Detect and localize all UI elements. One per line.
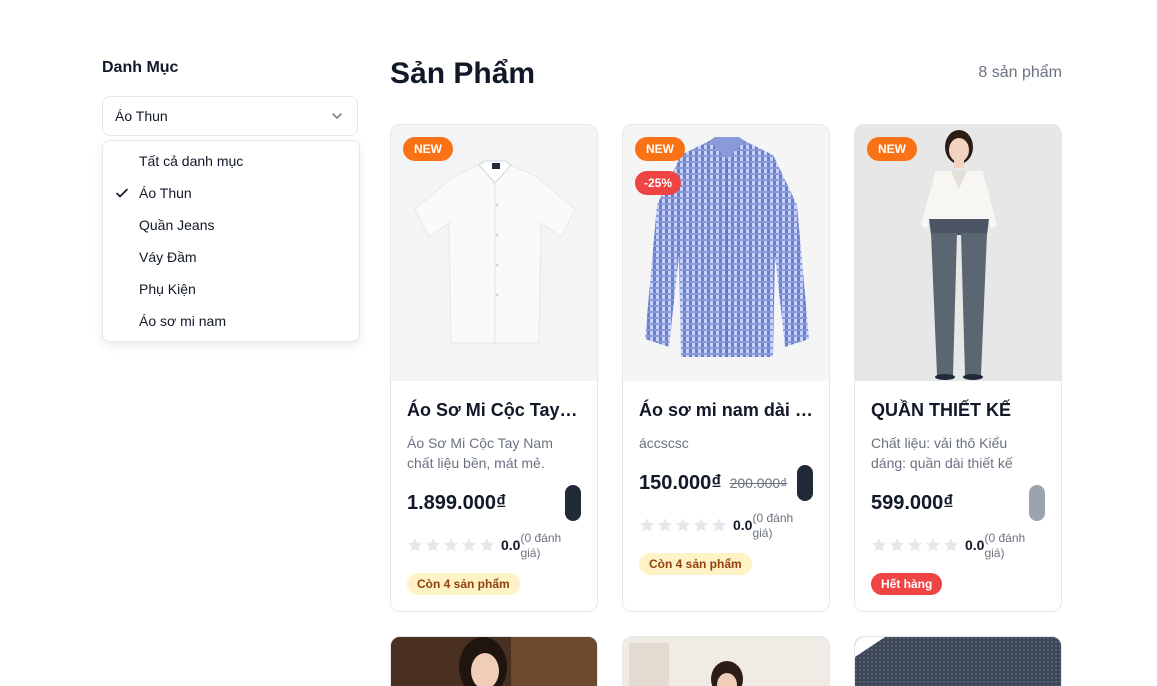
star-icon: [658, 518, 672, 532]
category-select[interactable]: Áo Thun: [102, 96, 358, 136]
star-icon: [694, 518, 708, 532]
product-card[interactable]: [854, 636, 1062, 686]
check-icon: [116, 188, 128, 198]
product-rating: 0.0 (0 đánh giá): [639, 511, 813, 541]
product-count: 8 sản phẩm: [978, 64, 1062, 81]
category-option-ao-so-mi-nam[interactable]: Áo sơ mi nam: [103, 305, 359, 337]
star-icon: [908, 538, 922, 552]
product-card[interactable]: NEW Áo Sơ Mi Cộc Tay Nam Áo Sơ Mi Cộc Ta…: [390, 124, 598, 612]
category-option-all[interactable]: Tất cả danh mục: [103, 145, 359, 177]
product-section: Sản Phẩm 8 sản phẩm NEW Áo Sơ Mi Cộc Tay: [390, 56, 1062, 686]
category-option-ao-thun[interactable]: Áo Thun: [103, 177, 359, 209]
category-option-quan-jeans[interactable]: Quần Jeans: [103, 209, 359, 241]
product-card[interactable]: [390, 636, 598, 686]
product-image[interactable]: NEW -25%: [623, 125, 829, 381]
product-price: 1.899.000₫: [407, 491, 507, 514]
product-name[interactable]: Áo sơ mi nam dài tay: [639, 397, 813, 423]
new-badge: NEW: [635, 137, 685, 161]
product-card[interactable]: NEW -25% Áo sơ mi nam dài tay áccscsc 15…: [622, 124, 830, 612]
shirt-image: [414, 160, 576, 344]
add-to-cart-button[interactable]: [797, 465, 813, 501]
fabric-image: [855, 637, 1061, 686]
model-image: [391, 637, 597, 686]
star-icon: [426, 538, 440, 552]
new-badge: NEW: [403, 137, 453, 161]
rating-count: (0 đánh giá): [520, 531, 562, 560]
star-icon: [944, 538, 958, 552]
new-badge: NEW: [867, 137, 917, 161]
product-rating: 0.0 (0 đánh giá): [407, 531, 581, 561]
product-card[interactable]: [622, 636, 830, 686]
star-icon: [640, 518, 654, 532]
category-select-value: Áo Thun: [115, 108, 168, 124]
star-icon: [408, 538, 422, 552]
product-image[interactable]: [623, 637, 829, 686]
stock-badge: Còn 4 sản phẩm: [407, 573, 520, 595]
product-image[interactable]: NEW: [855, 125, 1061, 381]
product-description: Áo Sơ Mi Cộc Tay Nam chất liệu bền, mát …: [407, 435, 553, 471]
sidebar-title: Danh Mục: [102, 59, 179, 76]
shirt-image: [645, 137, 809, 357]
add-to-cart-button[interactable]: [565, 485, 581, 521]
product-description: áccscsc: [639, 435, 689, 451]
star-icon: [444, 538, 458, 552]
star-icon: [480, 538, 494, 552]
stock-badge: Hết hàng: [871, 573, 943, 595]
product-card[interactable]: NEW QUẦN THIẾT KẾ Chất liệu: vải thô Kiể…: [854, 124, 1062, 612]
category-dropdown: Tất cả danh mục Áo Thun Quần Jeans Váy Đ…: [102, 140, 360, 342]
rating-value: 0.0: [733, 517, 753, 533]
discount-badge: -25%: [635, 171, 682, 195]
product-image[interactable]: [855, 637, 1061, 686]
product-name[interactable]: Áo Sơ Mi Cộc Tay Nam: [407, 397, 581, 423]
rating-value: 0.0: [501, 537, 521, 553]
star-icon: [872, 538, 886, 552]
product-price: 150.000₫: [639, 471, 722, 494]
product-rating: 0.0 (0 đánh giá): [871, 531, 1045, 561]
category-sidebar: Danh Mục Áo Thun Tất cả danh mục Áo Thun…: [102, 58, 360, 342]
chevron-down-icon: [332, 113, 342, 119]
product-image[interactable]: [391, 637, 597, 686]
star-icon: [462, 538, 476, 552]
star-icon: [926, 538, 940, 552]
original-price: 200.000₫: [729, 475, 788, 491]
star-icon: [890, 538, 904, 552]
rating-count: (0 đánh giá): [752, 511, 794, 540]
stock-badge: Còn 4 sản phẩm: [639, 553, 752, 575]
category-option-phu-kien[interactable]: Phụ Kiện: [103, 273, 359, 305]
category-option-vay-dam[interactable]: Váy Đầm: [103, 241, 359, 273]
star-icon: [676, 518, 690, 532]
product-name[interactable]: QUẦN THIẾT KẾ: [871, 397, 1045, 423]
rating-count: (0 đánh giá): [984, 531, 1026, 560]
model-image: [921, 130, 997, 380]
rating-value: 0.0: [965, 537, 985, 553]
product-image[interactable]: NEW: [391, 125, 597, 381]
product-description: Chất liệu: vải thô Kiểu dáng: quần dài t…: [871, 435, 1013, 471]
add-to-cart-button[interactable]: [1029, 485, 1045, 521]
star-icon: [712, 518, 726, 532]
product-price: 599.000₫: [871, 491, 954, 514]
model-image: [623, 637, 829, 686]
page-title: Sản Phẩm: [390, 57, 536, 90]
